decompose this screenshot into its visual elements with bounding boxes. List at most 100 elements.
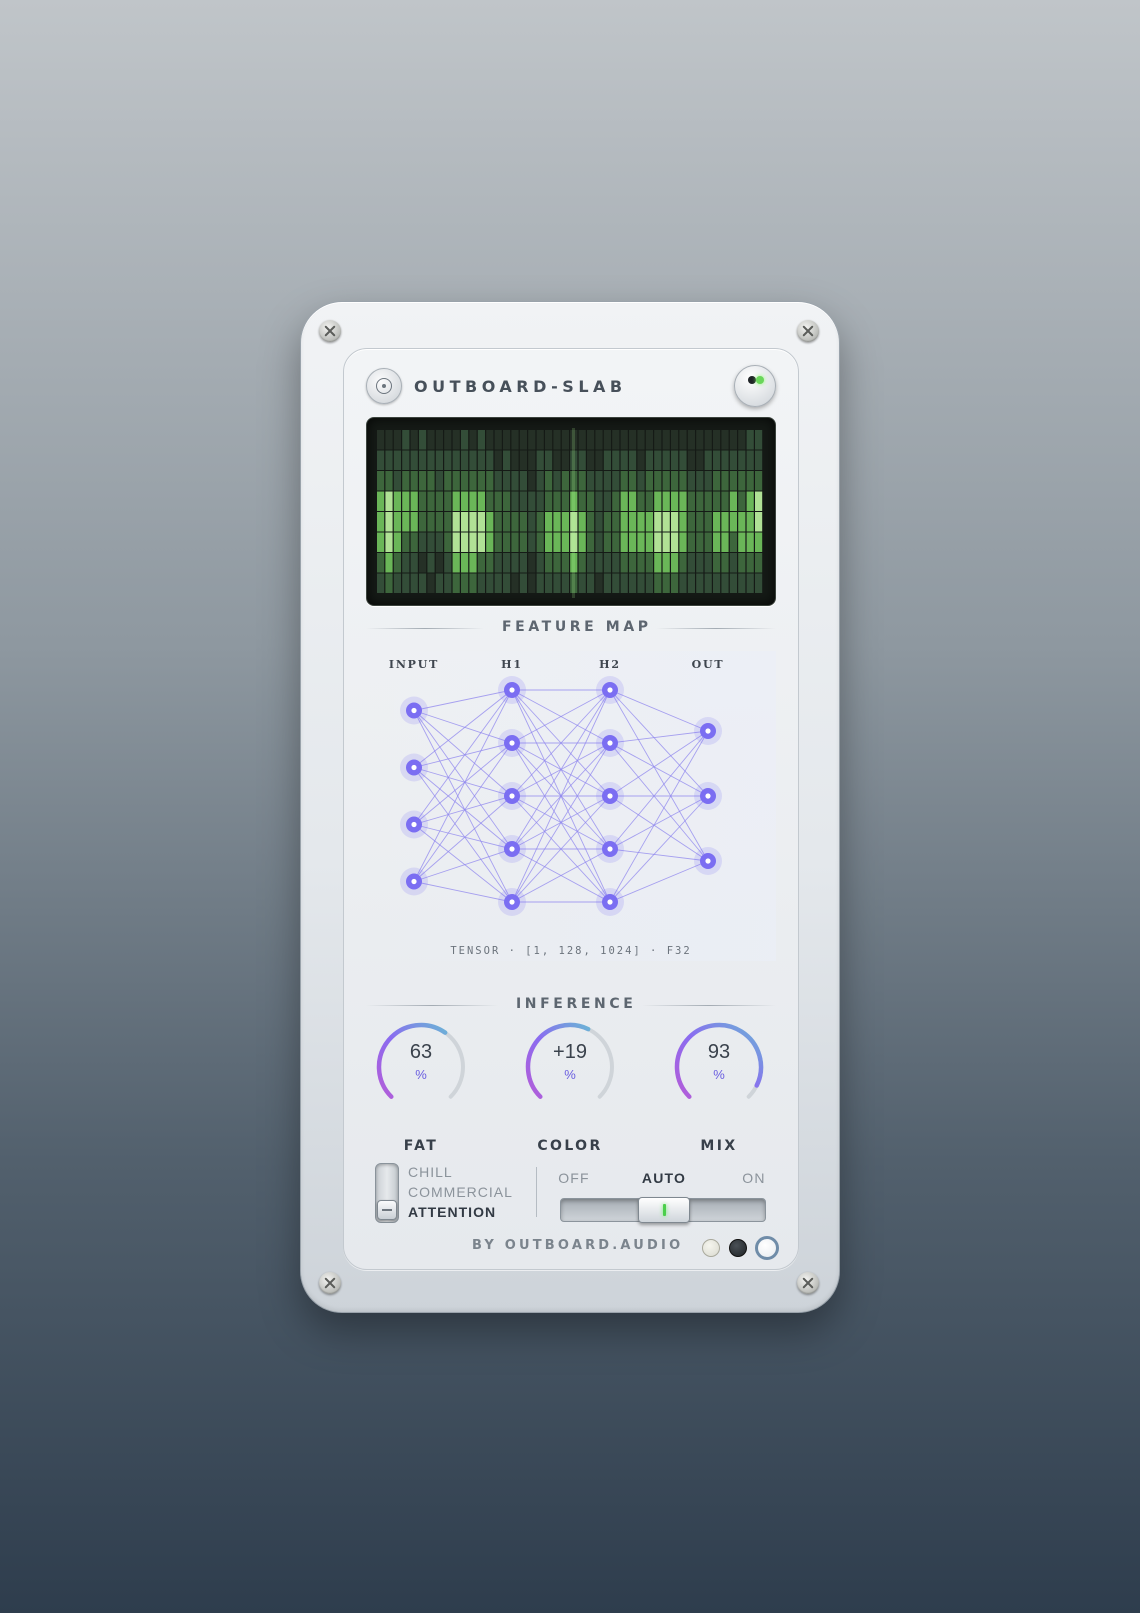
feature-cell <box>704 573 712 593</box>
auto-slider-thumb[interactable] <box>638 1197 690 1223</box>
network-node <box>694 717 722 745</box>
feature-cell <box>402 532 410 552</box>
auto-auto-label[interactable]: AUTO <box>642 1170 686 1186</box>
knob-value: +19 <box>553 1041 587 1063</box>
mode-switch-thumb[interactable] <box>377 1200 397 1220</box>
feature-cell <box>679 450 687 470</box>
knob-fat[interactable]: 63% <box>371 1017 471 1117</box>
feature-cell <box>704 532 712 552</box>
feature-cell <box>746 573 754 593</box>
feature-cell <box>469 491 477 511</box>
feature-cell <box>536 512 544 532</box>
feature-cell <box>738 430 746 450</box>
feature-cell <box>595 430 603 450</box>
feature-cell <box>587 471 595 491</box>
feature-cell <box>469 471 477 491</box>
feature-cell <box>461 491 469 511</box>
network-node <box>694 782 722 810</box>
feature-cell <box>738 512 746 532</box>
feature-cell <box>671 573 679 593</box>
knob-mix[interactable]: 93% <box>669 1017 769 1117</box>
feature-cell <box>536 532 544 552</box>
feature-cell <box>738 532 746 552</box>
feature-cell <box>755 532 763 552</box>
feature-cell <box>729 573 737 593</box>
feature-cell <box>419 553 427 573</box>
feature-cell <box>377 553 385 573</box>
feature-cell <box>461 430 469 450</box>
tensor-shape-label: TENSOR · [1, 128, 1024] · F32 <box>450 945 692 957</box>
feature-cell <box>486 512 494 532</box>
feature-cell <box>704 553 712 573</box>
theme-dot-light[interactable] <box>702 1239 720 1257</box>
feature-cell <box>612 430 620 450</box>
feature-cell <box>671 450 679 470</box>
feature-cell <box>410 573 418 593</box>
feature-cell <box>746 430 754 450</box>
feature-cell <box>536 450 544 470</box>
feature-cell <box>637 471 645 491</box>
feature-cell <box>528 471 536 491</box>
screw-top-left <box>319 320 341 342</box>
feature-cell <box>419 471 427 491</box>
feature-cell <box>410 430 418 450</box>
feature-cell <box>402 491 410 511</box>
feature-cell <box>721 491 729 511</box>
mode-chill[interactable]: CHILL <box>408 1164 453 1180</box>
auto-on-label[interactable]: ON <box>742 1170 765 1186</box>
feature-cell <box>629 430 637 450</box>
network-edge <box>609 795 709 850</box>
feature-cell <box>511 471 519 491</box>
feature-cell <box>671 471 679 491</box>
feature-cell <box>578 532 586 552</box>
feature-cell <box>755 512 763 532</box>
feature-cell <box>452 450 460 470</box>
feature-cell <box>469 430 477 450</box>
logo-button[interactable] <box>366 368 402 404</box>
feature-cell <box>427 573 435 593</box>
neural-network-diagram <box>400 676 722 916</box>
knob-color[interactable]: +19% <box>520 1017 620 1117</box>
mode-attention[interactable]: ATTENTION <box>408 1204 496 1220</box>
feature-cell <box>713 471 721 491</box>
feature-cell <box>511 573 519 593</box>
feature-cell <box>687 512 695 532</box>
feature-cell <box>704 430 712 450</box>
feature-cell <box>553 512 561 532</box>
feature-cell <box>629 450 637 470</box>
feature-cell <box>746 553 754 573</box>
feature-cell <box>528 450 536 470</box>
mode-switch[interactable] <box>375 1163 399 1223</box>
feature-cell <box>410 450 418 470</box>
feature-cell <box>637 573 645 593</box>
feature-cell <box>503 532 511 552</box>
network-edge <box>609 689 709 732</box>
feature-cell <box>704 491 712 511</box>
feature-cell <box>662 512 670 532</box>
mode-commercial[interactable]: COMMERCIAL <box>408 1184 513 1200</box>
feature-cell <box>553 471 561 491</box>
network-node <box>596 835 624 863</box>
auto-slider[interactable] <box>560 1197 766 1223</box>
feature-cell <box>645 553 653 573</box>
feature-cell <box>545 573 553 593</box>
feature-cell <box>704 471 712 491</box>
feature-cell <box>578 491 586 511</box>
feature-cell <box>444 553 452 573</box>
auto-off-label[interactable]: OFF <box>558 1170 590 1186</box>
theme-dot-dark[interactable] <box>729 1239 747 1257</box>
feature-cell <box>696 553 704 573</box>
feature-cell <box>452 430 460 450</box>
feature-cell <box>603 573 611 593</box>
feature-cell <box>738 573 746 593</box>
feature-cell <box>553 430 561 450</box>
feature-cell <box>494 491 502 511</box>
theme-dot-selected[interactable] <box>755 1236 779 1260</box>
feature-cell <box>713 491 721 511</box>
feature-cell <box>721 532 729 552</box>
inference-label: INFERENCE <box>516 996 637 1012</box>
feature-cell <box>587 512 595 532</box>
feature-cell <box>713 430 721 450</box>
feature-cell <box>755 491 763 511</box>
power-button[interactable] <box>734 365 776 407</box>
